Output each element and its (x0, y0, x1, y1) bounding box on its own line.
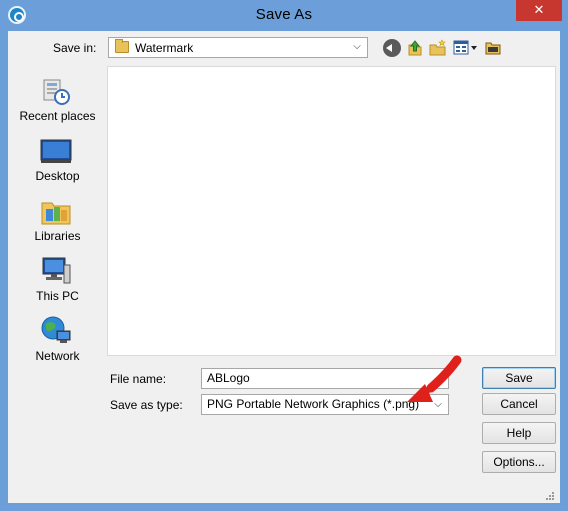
back-icon[interactable] (383, 39, 401, 57)
window-title: Save As (255, 6, 313, 23)
places-bar: Recent places Desktop Libraries This PC … (13, 67, 102, 440)
desktop-icon (40, 139, 72, 163)
place-desktop[interactable]: Desktop (13, 133, 102, 189)
place-label: This PC (36, 289, 79, 303)
folder-icon (115, 39, 129, 53)
recent-places-icon (43, 79, 70, 105)
view-menu-icon[interactable] (453, 39, 479, 57)
window-bottom-border (0, 503, 568, 511)
cancel-button[interactable]: Cancel (482, 393, 556, 415)
save-as-dialog: Save As ✕ Save in: Watermark ⌵ Recent pl… (0, 0, 568, 511)
place-network[interactable]: Network (13, 313, 102, 369)
title-bar[interactable]: Save As ✕ (0, 0, 568, 31)
chevron-down-icon: ⌵ (353, 41, 361, 52)
save-button[interactable]: Save (482, 367, 556, 389)
place-label: Desktop (35, 169, 80, 183)
save-in-value: Watermark (135, 41, 194, 55)
save-in-label: Save in: (53, 41, 97, 55)
place-libraries[interactable]: Libraries (13, 193, 102, 249)
help-button[interactable]: Help (482, 422, 556, 444)
place-label: Libraries (34, 229, 81, 243)
desktop-shortcut-icon[interactable] (484, 39, 502, 57)
file-list-pane[interactable] (107, 66, 556, 356)
annotation-arrow-icon (407, 355, 462, 402)
place-label: Network (35, 349, 80, 363)
resize-grip-icon[interactable] (545, 491, 555, 501)
up-one-level-icon[interactable] (406, 39, 424, 57)
options-button[interactable]: Options... (482, 451, 556, 473)
file-name-label: File name: (110, 372, 167, 386)
place-recent-places[interactable]: Recent places (13, 73, 102, 129)
new-folder-icon[interactable] (429, 39, 447, 57)
save-as-type-value: PNG Portable Network Graphics (*.png) (207, 397, 420, 411)
network-icon (41, 316, 71, 343)
this-pc-icon (42, 257, 71, 284)
place-this-pc[interactable]: This PC (13, 253, 102, 309)
close-button[interactable]: ✕ (516, 0, 562, 21)
save-as-type-label: Save as type: (110, 398, 183, 412)
save-in-dropdown[interactable]: Watermark ⌵ (108, 37, 368, 58)
libraries-icon (41, 202, 71, 225)
place-label: Recent places (19, 109, 96, 123)
